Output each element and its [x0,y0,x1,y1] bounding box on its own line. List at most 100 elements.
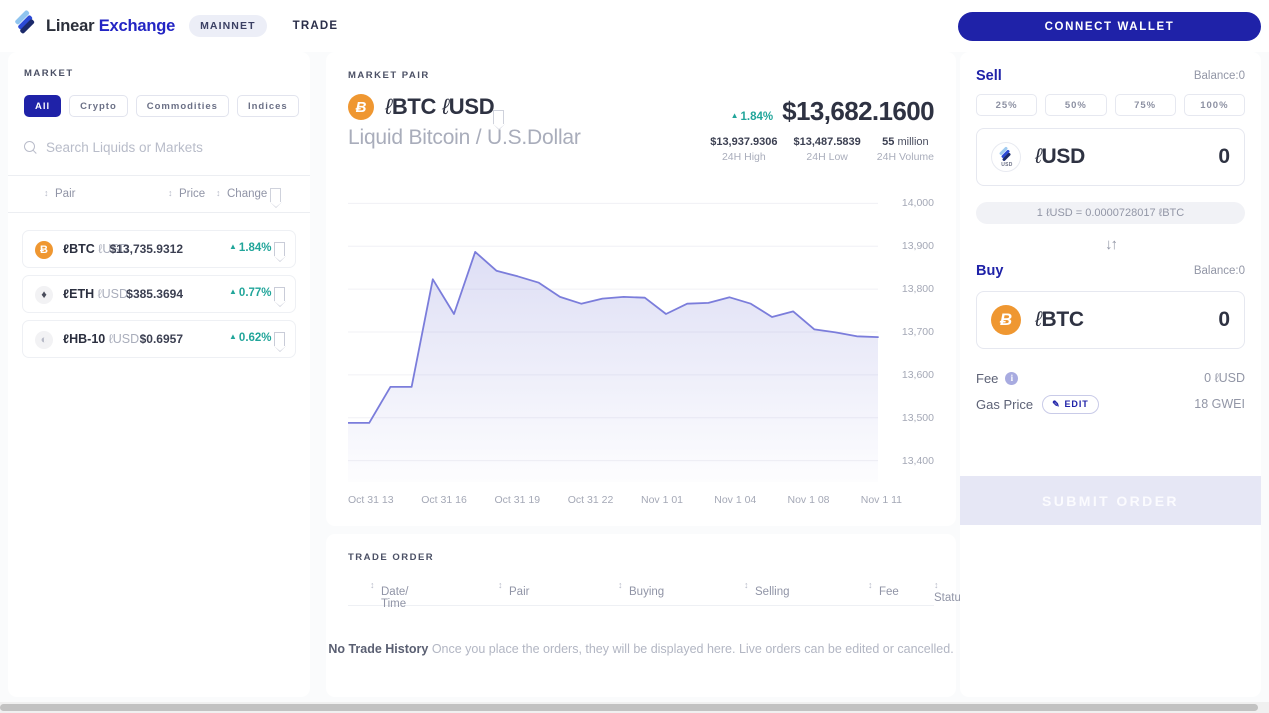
header-divider [8,212,310,213]
trade-order-panel: TRADE ORDER ↕ Date/ Time ↕ Pair ↕ Buying ↕ S… [326,534,1040,697]
sell-token-box[interactable]: USD ℓUSD 0 [976,128,1245,186]
row-price: $385.3694 [126,287,183,301]
column-price[interactable]: ↕ Price [168,188,205,200]
trade-panel: Sell Balance:0 25% 50% 75% 100% USD ℓUSD… [960,52,1261,697]
lusd-icon: USD [991,142,1021,172]
stat-value: $13,487.5839 [793,136,861,148]
row-change: ▲ 0.62% [229,332,272,344]
sell-token-name: ℓUSD [1035,145,1085,168]
scrollbar-thumb[interactable] [0,704,1258,711]
brand-title: Linear Exchange [46,17,175,36]
price-stats: $13,937.9306 24H High $13,487.5839 24H L… [710,136,934,163]
gas-price-row: Gas Price ✎ EDIT 18 GWEI [976,391,1245,417]
market-section-label: MARKET [24,68,74,79]
row-pair: ℓETH ℓUSD [63,287,129,301]
x-tick-label: Nov 1 01 [641,494,684,506]
gas-price-label: Gas Price [976,396,1034,412]
network-badge[interactable]: MAINNET [189,15,267,37]
brand-name-light: Linear [46,16,99,35]
x-tick-label: Oct 31 19 [494,494,541,506]
filter-indices[interactable]: Indices [236,95,299,117]
edit-label: EDIT [1064,399,1089,409]
fee-section: Fee i 0 ℓUSD Gas Price ✎ EDIT 18 GWEI [976,365,1245,417]
chart-panel: MARKET PAIR Ƀ ℓℓBTCBTC ℓUSD Liquid Bitco… [326,52,956,526]
pair-header: Ƀ ℓℓBTCBTC ℓUSD Liquid Bitcoin / U.S.Dol… [348,94,581,150]
bookmark-icon[interactable] [273,287,286,308]
column-selling[interactable]: ↕ Selling [744,580,790,599]
stat-24h-volume: 55 million 24H Volume [877,136,934,163]
row-change: ▲ 0.77% [229,287,272,299]
y-tick-label: 13,700 [901,326,934,338]
sell-balance: Balance:0 [1193,70,1245,82]
price-chart-svg [347,202,879,482]
stat-value: 55 million [882,136,929,148]
sell-title: Sell [976,68,1002,84]
stat-value: $13,937.9306 [710,136,778,148]
table-row[interactable]: Ƀ ℓBTC ℓUSD $13,735.9312 ▲ 1.84% [22,230,296,268]
bookmark-icon[interactable] [273,242,286,263]
filter-commodities[interactable]: Commodities [135,95,229,117]
swap-arrows-icon[interactable]: ↓↑ [960,236,1261,253]
percent-50-button[interactable]: 50% [1045,94,1107,116]
nav-item-trade[interactable]: TRADE [293,20,339,32]
fee-label: Fee [976,370,999,386]
stat-24h-high: $13,937.9306 24H High [710,136,777,163]
column-bookmark[interactable] [269,186,291,208]
bookmark-icon[interactable] [493,99,514,130]
y-tick-label: 13,400 [901,454,934,467]
table-row[interactable]: ◐ ℓHB-10 ℓUSD $0.6957 ▲ 0.62% [22,320,296,358]
submit-wrap: SUBMIT ORDER [960,476,1261,525]
buy-balance: Balance:0 [1193,265,1245,277]
column-fee[interactable]: ↕ Fee [868,580,899,599]
market-filter-group: All Crypto Commodities Indices [24,95,299,117]
y-tick-label: 13,900 [901,240,934,253]
market-search[interactable] [24,130,294,164]
column-datetime[interactable]: ↕ Date/ Time [370,580,409,611]
table-row[interactable]: ♦ ℓETH ℓUSD $385.3694 ▲ 0.77% [22,275,296,313]
column-pair[interactable]: ↕ Pair [44,188,75,200]
connect-wallet-button[interactable]: CONNECT WALLET [958,12,1261,41]
empty-state-text: Once you place the orders, they will be … [431,642,954,656]
edit-gas-button[interactable]: ✎ EDIT [1042,394,1099,414]
percent-75-button[interactable]: 75% [1114,94,1176,116]
sell-percent-buttons: 25% 50% 75% 100% [960,84,1261,116]
pair-full-name: Liquid Bitcoin / U.S.Dollar [348,126,581,149]
stat-label: 24H Volume [876,151,934,163]
market-pair-label: MARKET PAIR [348,70,430,81]
bookmark-icon[interactable] [273,332,286,353]
chart-y-axis: 14,000 13,900 13,800 13,700 13,600 13,500 13,4… [878,182,934,482]
percent-25-button[interactable]: 25% [976,94,1038,116]
buy-amount-input[interactable]: 0 [1218,308,1230,332]
eth-icon: ♦ [35,286,53,304]
row-pair: ℓHB-10 ℓUSD [63,332,140,346]
buy-token-box[interactable]: Ƀ ℓBTC 0 [976,291,1245,349]
y-tick-label: 13,800 [901,283,934,296]
percent-100-button[interactable]: 100% [1183,94,1245,116]
x-tick-label: Oct 31 16 [421,494,467,506]
row-price: $0.6957 [139,332,183,346]
sell-amount-input[interactable]: 0 [1218,145,1230,169]
info-icon[interactable]: i [1005,371,1019,385]
linear-logo-icon [14,9,36,37]
x-tick-label: Nov 1 08 [787,494,830,506]
search-input[interactable] [46,139,276,155]
stat-24h-low: $13,487.5839 24H Low [794,136,861,163]
column-pair[interactable]: ↕ Pair [498,580,529,599]
column-buying[interactable]: ↕ Buying [618,580,664,599]
row-price: $13,735.9312 [109,242,183,256]
market-sidebar: MARKET All Crypto Commodities Indices ↕P… [8,52,310,697]
column-change[interactable]: ↕ Change [216,188,267,200]
filter-all[interactable]: All [24,95,62,117]
horizontal-scrollbar[interactable] [0,702,1269,713]
sell-header: Sell Balance:0 [960,68,1261,84]
filter-crypto[interactable]: Crypto [69,95,128,117]
x-tick-label: Nov 1 04 [714,494,757,506]
brand-logo[interactable]: Linear Exchange [14,9,175,37]
gas-price-value: 18 GWEI [1194,397,1245,411]
fee-row: Fee i 0 ℓUSD [976,365,1245,391]
stat-label: 24H Low [806,151,848,163]
submit-order-button[interactable]: SUBMIT ORDER [960,476,1261,525]
btc-icon: Ƀ [35,241,53,259]
brand-name-bold: Exchange [98,16,176,35]
price-chart[interactable]: 14,000 13,900 13,800 13,700 13,600 13,500 13,4… [347,182,934,527]
